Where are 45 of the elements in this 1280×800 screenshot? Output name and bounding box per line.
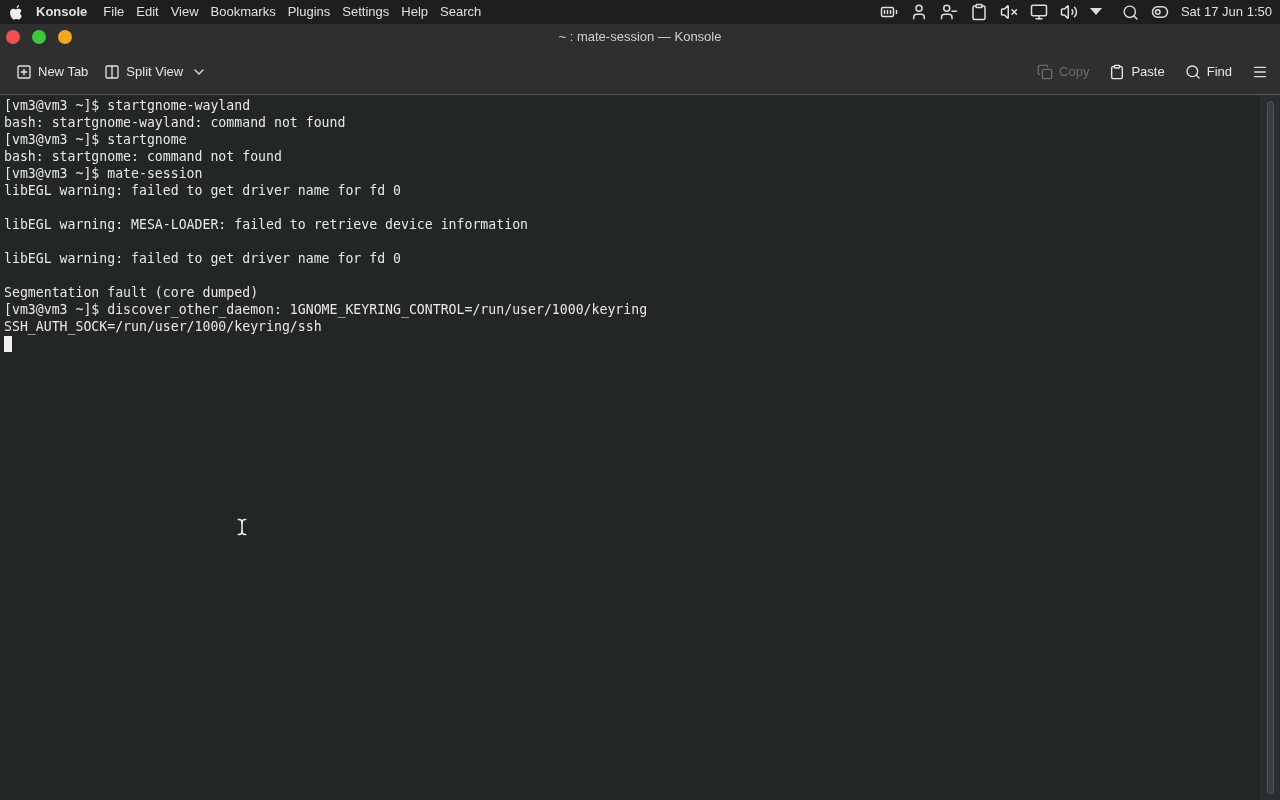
- maximize-button[interactable]: [32, 30, 46, 44]
- caret-icon[interactable]: [1089, 8, 1102, 16]
- menu-item[interactable]: Help: [401, 2, 428, 22]
- clock[interactable]: Sat 17 Jun 1:50: [1180, 2, 1272, 22]
- scrollbar[interactable]: [1260, 95, 1280, 800]
- menu-item[interactable]: File: [103, 2, 125, 22]
- minimize-button[interactable]: [58, 30, 72, 44]
- terminal-line: SSH_AUTH_SOCK=/run/user/1000/keyring/ssh: [4, 319, 322, 334]
- toolbar-button[interactable]: New Tab: [8, 58, 97, 86]
- copy-icon: [1037, 64, 1054, 80]
- window-title: ~ : mate-session — Konsole: [558, 28, 722, 47]
- terminal-line: libEGL warning: failed to get driver name for fd 0: [4, 251, 401, 266]
- new-tab-icon: [16, 64, 32, 80]
- toggle-icon[interactable]: [1150, 3, 1169, 21]
- toolbar-button[interactable]: Find: [1176, 58, 1240, 86]
- apple-icon[interactable]: [8, 3, 24, 21]
- menu-item[interactable]: Settings: [342, 2, 390, 22]
- menu-item[interactable]: View: [170, 2, 199, 22]
- menu-icon[interactable]: [1252, 64, 1268, 80]
- menu-item[interactable]: Plugins: [287, 2, 331, 22]
- toolbar-button[interactable]: Split View: [96, 58, 192, 86]
- mute-icon[interactable]: [999, 3, 1018, 21]
- terminal-line: libEGL warning: failed to get driver name for fd 0: [4, 183, 401, 198]
- volume-icon[interactable]: [1059, 3, 1078, 21]
- text-cursor: [4, 336, 12, 352]
- terminal-line: [vm3@vm3 ~]$ mate-session: [4, 166, 203, 181]
- menu-item[interactable]: Bookmarks: [210, 2, 276, 22]
- terminal-line: [vm3@vm3 ~]$ discover_other_daemon: 1GNOME_KEYRING_CONTROL=/run/user/1000/keyring: [4, 302, 648, 317]
- terminal-line: Segmentation fault (core dumped): [4, 285, 259, 300]
- app-name[interactable]: Konsole: [36, 2, 88, 22]
- split-icon: [104, 64, 121, 80]
- terminal-line: libEGL warning: MESA-LOADER: failed to retrieve device information: [4, 217, 528, 232]
- terminal-line: [vm3@vm3 ~]$ startgnome: [4, 132, 187, 147]
- toolbar-button[interactable]: Paste: [1101, 58, 1173, 86]
- terminal-line: bash: startgnome-wayland: command not found: [4, 115, 346, 130]
- menu-item[interactable]: Search: [440, 2, 482, 22]
- terminal-line: [vm3@vm3 ~]$ startgnome-wayland: [4, 98, 251, 113]
- user-minus-icon[interactable]: [939, 3, 958, 21]
- find-icon: [1184, 64, 1201, 80]
- clipboard-icon[interactable]: [969, 3, 988, 21]
- close-button[interactable]: [6, 30, 20, 44]
- search-icon[interactable]: [1121, 3, 1139, 21]
- menu-item[interactable]: Edit: [136, 2, 159, 22]
- terminal-line: bash: startgnome: command not found: [4, 149, 282, 164]
- paste-icon: [1109, 64, 1126, 80]
